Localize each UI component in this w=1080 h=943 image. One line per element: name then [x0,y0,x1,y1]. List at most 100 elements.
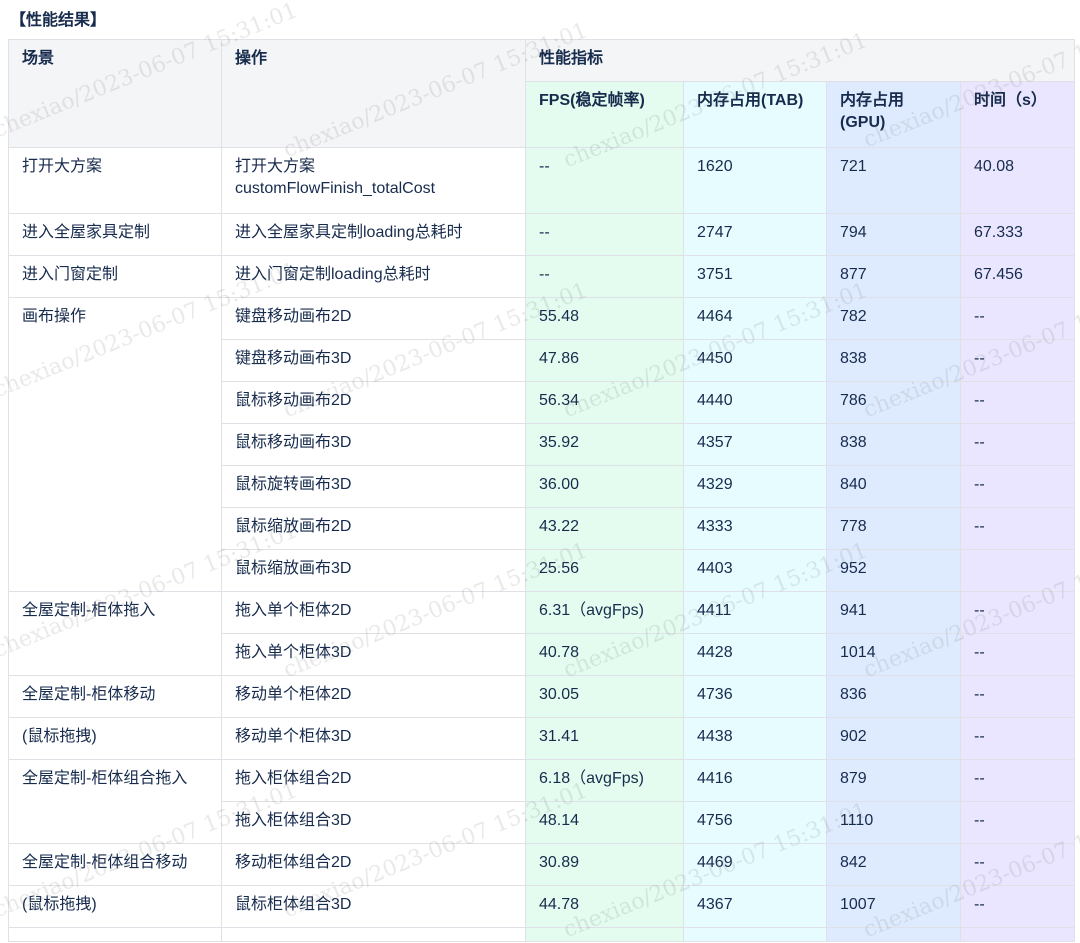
mem-gpu-cell: 842 [826,843,961,886]
table-row: 进入全屋家具定制 进入全屋家具定制loading总耗时 -- 2747 794 67.33… [8,213,1076,256]
mem-gpu-cell [826,927,961,942]
fps-cell [525,927,684,942]
time-cell: -- [959,717,1076,760]
fps-cell: 47.86 [525,339,684,382]
mem-gpu-cell: 838 [826,339,961,382]
fps-cell: -- [525,255,684,298]
mem-gpu-cell: 794 [826,213,961,256]
mem-tab-cell: 4440 [683,381,827,424]
mem-gpu-cell: 782 [826,297,961,340]
mem-tab-cell: 4450 [683,339,827,382]
fps-cell: -- [525,213,684,256]
time-cell: -- [959,801,1076,844]
table-row [8,927,1076,942]
header-mem-tab: 内存占用(TAB) [683,81,827,148]
header-metrics: 性能指标 [524,39,1076,82]
operation-cell: 移动单个柜体2D [221,675,526,718]
operation-cell: 拖入柜体组合3D [221,801,526,844]
operation-cell: 进入全屋家具定制loading总耗时 [221,213,526,256]
time-cell: -- [959,759,1076,802]
mem-tab-cell: 4411 [683,591,827,634]
time-cell: 67.333 [959,213,1076,256]
time-cell: -- [959,465,1076,508]
section-heading: 【性能结果】 [10,12,107,29]
mem-tab-cell: 2747 [683,213,827,256]
operation-cell: 进入门窗定制loading总耗时 [221,255,526,298]
table-row: 全屋定制-柜体移动 移动单个柜体2D 30.05 4736 836 -- [8,675,1076,718]
table-row: 打开大方案 打开大方案 customFlowFinish_totalCost -- 1… [8,147,1076,214]
scene-cell: 进入全屋家具定制 [8,213,222,256]
scene-cell: 全屋定制-柜体拖入 [8,591,222,676]
operation-cell: 鼠标移动画布3D [221,423,526,466]
operation-cell: 鼠标缩放画布2D [221,507,526,550]
fps-cell: 48.14 [525,801,684,844]
mem-tab-cell: 3751 [683,255,827,298]
time-cell: -- [959,675,1076,718]
time-cell: -- [959,423,1076,466]
mem-gpu-cell: 840 [826,465,961,508]
header-mem-gpu: 内存占用 (GPU) [826,81,961,148]
scene-cell: 全屋定制-柜体组合移动 [8,843,222,886]
mem-gpu-cell: 952 [826,549,961,592]
table-row: 画布操作 键盘移动画布2D 55.48 4464 782 -- [8,297,1076,592]
time-cell: -- [959,633,1076,676]
mem-gpu-cell: 877 [826,255,961,298]
time-cell: -- [959,381,1076,424]
mem-tab-cell: 4756 [683,801,827,844]
header-fps: FPS(稳定帧率) [525,81,684,148]
fps-cell: 6.31（avgFps) [525,591,684,634]
table-row: 全屋定制-柜体拖入 拖入单个柜体2D 6.31（avgFps) 4411 941 -- [8,591,1076,676]
header-time: 时间（s） [959,81,1076,148]
fps-cell: 36.00 [525,465,684,508]
time-cell [959,549,1076,592]
mem-tab-cell: 4403 [683,549,827,592]
mem-gpu-cell: 1014 [826,633,961,676]
fps-cell: 30.05 [525,675,684,718]
operation-cell: 拖入单个柜体2D [221,591,526,634]
mem-gpu-cell: 902 [826,717,961,760]
scene-cell: (鼠标拖拽) [8,717,222,760]
time-cell: -- [959,843,1076,886]
mem-gpu-cell: 941 [826,591,961,634]
scene-cell: 全屋定制-柜体组合拖入 [8,759,222,844]
mem-gpu-cell: 838 [826,423,961,466]
table-row: (鼠标拖拽) 鼠标柜体组合3D 44.78 4367 1007 -- [8,885,1076,928]
fps-cell: 44.78 [525,885,684,928]
mem-tab-cell: 4469 [683,843,827,886]
time-cell: 67.456 [959,255,1076,298]
fps-cell: 25.56 [525,549,684,592]
mem-gpu-cell: 1110 [826,801,961,844]
mem-tab-cell: 4464 [683,297,827,340]
operation-cell: 拖入柜体组合2D [221,759,526,802]
table-row: 进入门窗定制 进入门窗定制loading总耗时 -- 3751 877 67.456 [8,255,1076,298]
time-cell: -- [959,297,1076,340]
mem-tab-cell: 4736 [683,675,827,718]
fps-cell: 43.22 [525,507,684,550]
mem-gpu-cell: 879 [826,759,961,802]
time-cell: 40.08 [959,147,1076,214]
scene-cell: 打开大方案 [8,147,222,214]
time-cell: -- [959,507,1076,550]
fps-cell: -- [525,147,684,214]
time-cell: -- [959,591,1076,634]
fps-cell: 35.92 [525,423,684,466]
fps-cell: 40.78 [525,633,684,676]
mem-gpu-cell: 836 [826,675,961,718]
fps-cell: 55.48 [525,297,684,340]
operation-cell: 鼠标缩放画布3D [221,549,526,592]
operation-cell: 鼠标移动画布2D [221,381,526,424]
scene-cell: 全屋定制-柜体移动 [8,675,222,718]
mem-gpu-cell: 721 [826,147,961,214]
operation-cell: 移动单个柜体3D [221,717,526,760]
mem-tab-cell: 4367 [683,885,827,928]
table-row: 全屋定制-柜体组合拖入 拖入柜体组合2D 6.18（avgFps) 4416 879 -- [8,759,1076,844]
fps-cell: 30.89 [525,843,684,886]
header-operation: 操作 [221,39,526,148]
mem-gpu-cell: 786 [826,381,961,424]
mem-gpu-cell: 1007 [826,885,961,928]
operation-cell: 打开大方案 customFlowFinish_totalCost [221,147,526,214]
operation-cell: 键盘移动画布2D [221,297,526,340]
table-row: (鼠标拖拽) 移动单个柜体3D 31.41 4438 902 -- [8,717,1076,760]
mem-gpu-cell: 778 [826,507,961,550]
operation-cell: 键盘移动画布3D [221,339,526,382]
